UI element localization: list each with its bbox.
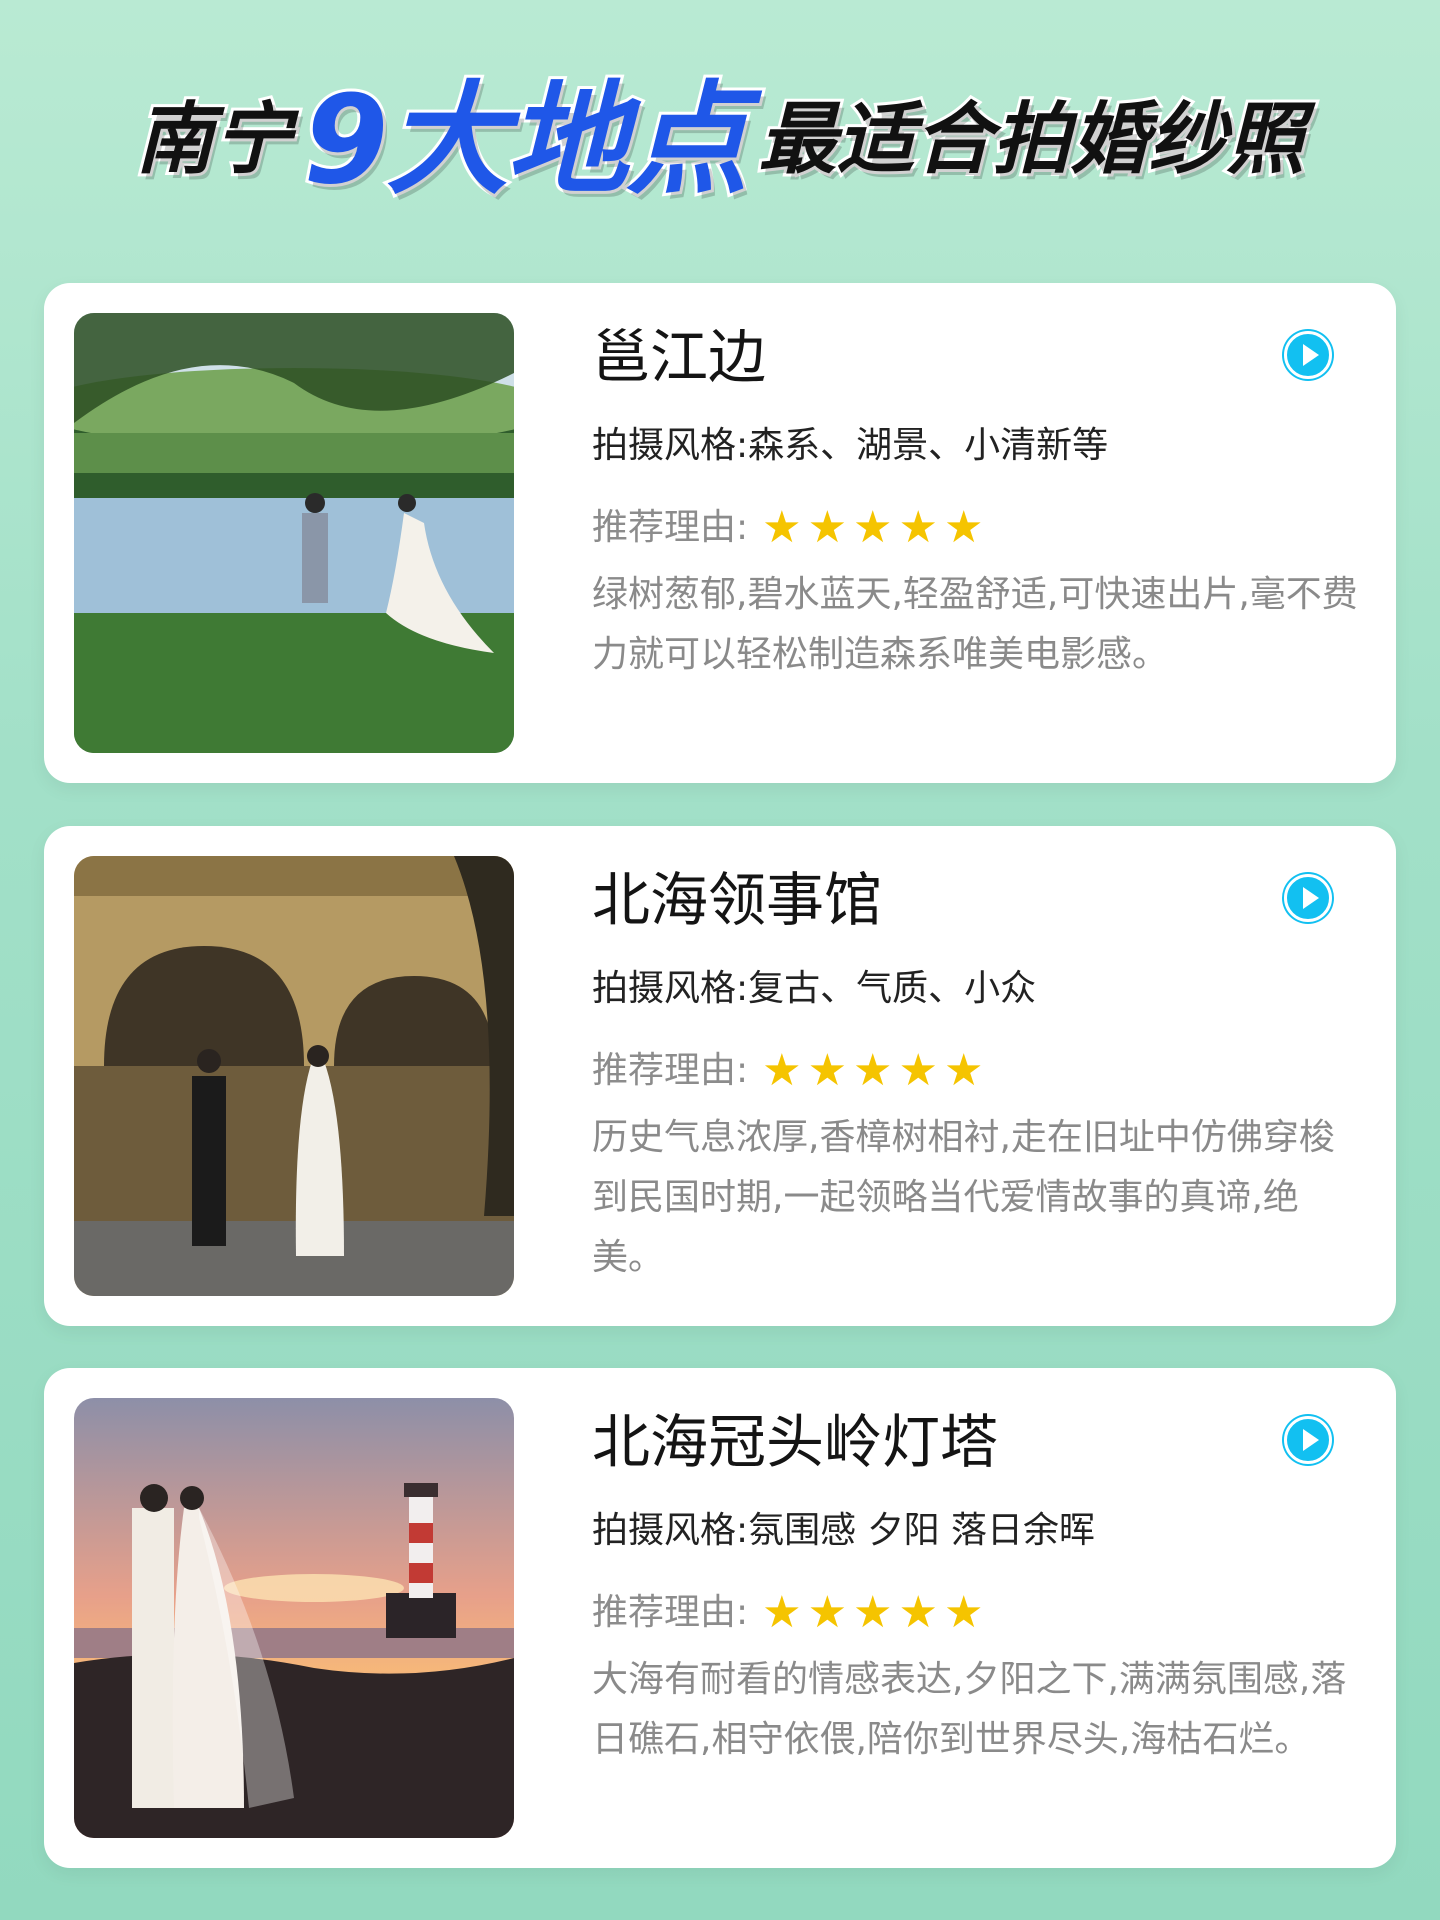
shooting-style: 拍摄风格:氛围感 夕阳 落日余晖 xyxy=(592,1508,1095,1555)
header-title-left: 南宁 xyxy=(133,95,295,185)
style-label: 拍摄风格: xyxy=(592,1510,749,1551)
location-card-2[interactable]: 北海领事馆 拍摄风格:复古、气质、小众 推荐理由: ★ ★ ★ ★ ★ 历史气息… xyxy=(44,826,1396,1326)
star-icon: ★ xyxy=(807,1045,848,1097)
location-title: 北海领事馆 xyxy=(592,866,883,934)
star-icon: ★ xyxy=(943,1587,984,1639)
location-photo-consulate[interactable] xyxy=(74,856,514,1296)
location-description: 绿树葱郁,碧水蓝天,轻盈舒适,可快速出片,毫不费力就可以轻松制造森系唯美电影感。 xyxy=(592,574,1358,675)
play-icon xyxy=(1303,1429,1319,1451)
reason-label: 推荐理由: xyxy=(592,1592,749,1633)
play-button[interactable] xyxy=(1284,331,1332,379)
style-value: 氛围感 夕阳 落日余晖 xyxy=(748,1510,1096,1551)
star-icon: ★ xyxy=(943,1045,984,1097)
play-icon xyxy=(1303,887,1319,909)
header-title-right: 最适合拍婚纱照 xyxy=(755,95,1307,185)
location-description: 大海有耐看的情感表达,夕阳之下,满满氛围感,落日礁石,相守依偎,陪你到世界尽头,… xyxy=(592,1659,1347,1760)
style-label: 拍摄风格: xyxy=(592,968,749,1009)
location-photo-riverside[interactable] xyxy=(74,313,514,753)
star-icon: ★ xyxy=(762,1587,802,1639)
star-icon: ★ xyxy=(807,502,848,554)
star-rating: ★ ★ ★ ★ ★ xyxy=(762,506,983,550)
star-icon: ★ xyxy=(853,502,893,554)
play-button[interactable] xyxy=(1284,1416,1332,1464)
location-description: 历史气息浓厚,香樟树相衬,走在旧址中仿佛穿梭到民国时期,一起领略当代爱情故事的真… xyxy=(592,1117,1335,1278)
location-title: 邕江边 xyxy=(592,323,767,391)
location-title: 北海冠头岭灯塔 xyxy=(592,1408,999,1476)
star-icon: ★ xyxy=(853,1587,893,1639)
star-icon: ★ xyxy=(898,502,938,554)
location-photo-lighthouse[interactable] xyxy=(74,1398,514,1838)
location-card-1[interactable]: 邕江边 拍摄风格:森系、湖景、小清新等 推荐理由: ★ ★ ★ ★ ★ 绿树葱郁… xyxy=(44,283,1396,783)
star-icon: ★ xyxy=(807,1587,848,1639)
star-icon: ★ xyxy=(898,1587,938,1639)
header-title-highlight: 9大地点 xyxy=(301,69,752,211)
location-card-3[interactable]: 北海冠头岭灯塔 拍摄风格:氛围感 夕阳 落日余晖 推荐理由: ★ ★ ★ ★ ★… xyxy=(44,1368,1396,1868)
page-header: 南宁 9大地点 最适合拍婚纱照 xyxy=(0,70,1440,210)
recommend-reason-row: 推荐理由: ★ ★ ★ ★ ★ xyxy=(592,1590,983,1637)
style-value: 复古、气质、小众 xyxy=(748,968,1037,1009)
star-rating: ★ ★ ★ ★ ★ xyxy=(762,1591,983,1635)
style-label: 拍摄风格: xyxy=(592,425,749,466)
star-icon: ★ xyxy=(762,1045,802,1097)
play-icon xyxy=(1303,344,1319,366)
reason-label: 推荐理由: xyxy=(592,507,749,548)
shooting-style: 拍摄风格:森系、湖景、小清新等 xyxy=(592,423,1108,470)
style-value: 森系、湖景、小清新等 xyxy=(748,425,1109,466)
reason-label: 推荐理由: xyxy=(592,1050,749,1091)
star-icon: ★ xyxy=(943,502,984,554)
star-icon: ★ xyxy=(762,502,802,554)
shooting-style: 拍摄风格:复古、气质、小众 xyxy=(592,966,1036,1013)
recommend-reason-row: 推荐理由: ★ ★ ★ ★ ★ xyxy=(592,505,983,552)
star-icon: ★ xyxy=(853,1045,893,1097)
star-icon: ★ xyxy=(898,1045,938,1097)
play-button[interactable] xyxy=(1284,874,1332,922)
recommend-reason-row: 推荐理由: ★ ★ ★ ★ ★ xyxy=(592,1048,983,1095)
star-rating: ★ ★ ★ ★ ★ xyxy=(762,1049,983,1093)
